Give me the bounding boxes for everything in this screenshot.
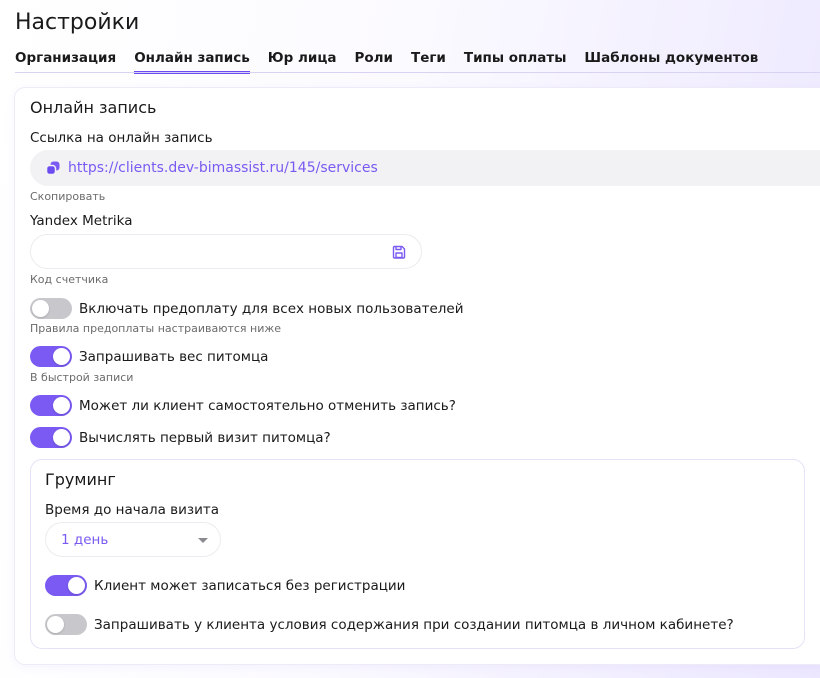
first-visit-toggle[interactable] (30, 427, 72, 448)
grooming-title: Груминг (45, 470, 116, 489)
chevron-down-icon (198, 538, 208, 543)
toggle-row-prepayment: Включать предоплату для всех новых польз… (30, 298, 463, 319)
toggle-knob (32, 300, 49, 317)
pet-weight-hint: В быстрой записи (30, 371, 134, 384)
metrika-label: Yandex Metrika (30, 213, 133, 229)
tab-document-templates[interactable]: Шаблоны документов (584, 50, 758, 74)
link-label: Ссылка на онлайн запись (30, 130, 213, 146)
tab-payment-types[interactable]: Типы оплаты (464, 50, 567, 74)
metrika-input[interactable] (45, 235, 385, 268)
booking-link-field[interactable]: https://clients.dev-bimassist.ru/145/ser… (30, 150, 820, 186)
no-registration-toggle[interactable] (45, 575, 87, 596)
toggle-row-first-visit: Вычислять первый визит питомца? (30, 427, 331, 448)
toggle-knob (47, 616, 64, 633)
toggle-knob (68, 577, 85, 594)
pet-weight-label: Запрашивать вес питомца (79, 348, 269, 365)
tab-roles[interactable]: Роли (354, 50, 393, 74)
visit-time-label: Время до начала визита (45, 502, 219, 518)
toggle-knob (53, 348, 70, 365)
visit-time-value: 1 день (61, 531, 109, 548)
toggle-row-keeping-conditions: Запрашивать у клиента условия содержания… (45, 614, 734, 635)
no-registration-label: Клиент может записаться без регистрации (94, 577, 406, 594)
visit-time-select[interactable]: 1 день (45, 522, 221, 557)
copy-hint[interactable]: Скопировать (30, 190, 105, 203)
self-cancel-label: Может ли клиент самостоятельно отменить … (79, 397, 456, 414)
settings-tabs: Организация Онлайн запись Юр лица Роли Т… (15, 50, 776, 74)
toggle-row-self-cancel: Может ли клиент самостоятельно отменить … (30, 395, 456, 416)
first-visit-label: Вычислять первый визит питомца? (79, 429, 331, 446)
tabs-divider (15, 72, 820, 73)
tab-legal-entities[interactable]: Юр лица (268, 50, 337, 74)
self-cancel-toggle[interactable] (30, 395, 72, 416)
grooming-card: Груминг Время до начала визита 1 день Кл… (30, 459, 805, 649)
keeping-conditions-toggle[interactable] (45, 614, 87, 635)
metrika-field[interactable] (30, 234, 422, 269)
pet-weight-toggle[interactable] (30, 346, 72, 367)
prepayment-hint: Правила предоплаты настраиваются ниже (30, 322, 282, 335)
prepayment-toggle[interactable] (30, 298, 72, 319)
section-title: Онлайн запись (30, 98, 157, 117)
toggle-row-no-registration: Клиент может записаться без регистрации (45, 575, 405, 596)
copy-link-icon[interactable] (45, 160, 61, 176)
page-title: Настройки (15, 10, 140, 35)
tab-tags[interactable]: Теги (411, 50, 446, 74)
tab-online-booking[interactable]: Онлайн запись (134, 50, 250, 74)
online-booking-panel: Онлайн запись Ссылка на онлайн запись ht… (15, 88, 820, 664)
prepayment-label: Включать предоплату для всех новых польз… (79, 300, 464, 317)
toggle-knob (53, 429, 70, 446)
tab-organization[interactable]: Организация (15, 50, 116, 74)
toggle-row-pet-weight: Запрашивать вес питомца (30, 346, 268, 367)
booking-link-url[interactable]: https://clients.dev-bimassist.ru/145/ser… (68, 160, 378, 176)
metrika-hint: Код счетчика (30, 273, 109, 286)
toggle-knob (53, 397, 70, 414)
save-icon[interactable] (391, 244, 407, 260)
keeping-conditions-label: Запрашивать у клиента условия содержания… (94, 616, 734, 633)
